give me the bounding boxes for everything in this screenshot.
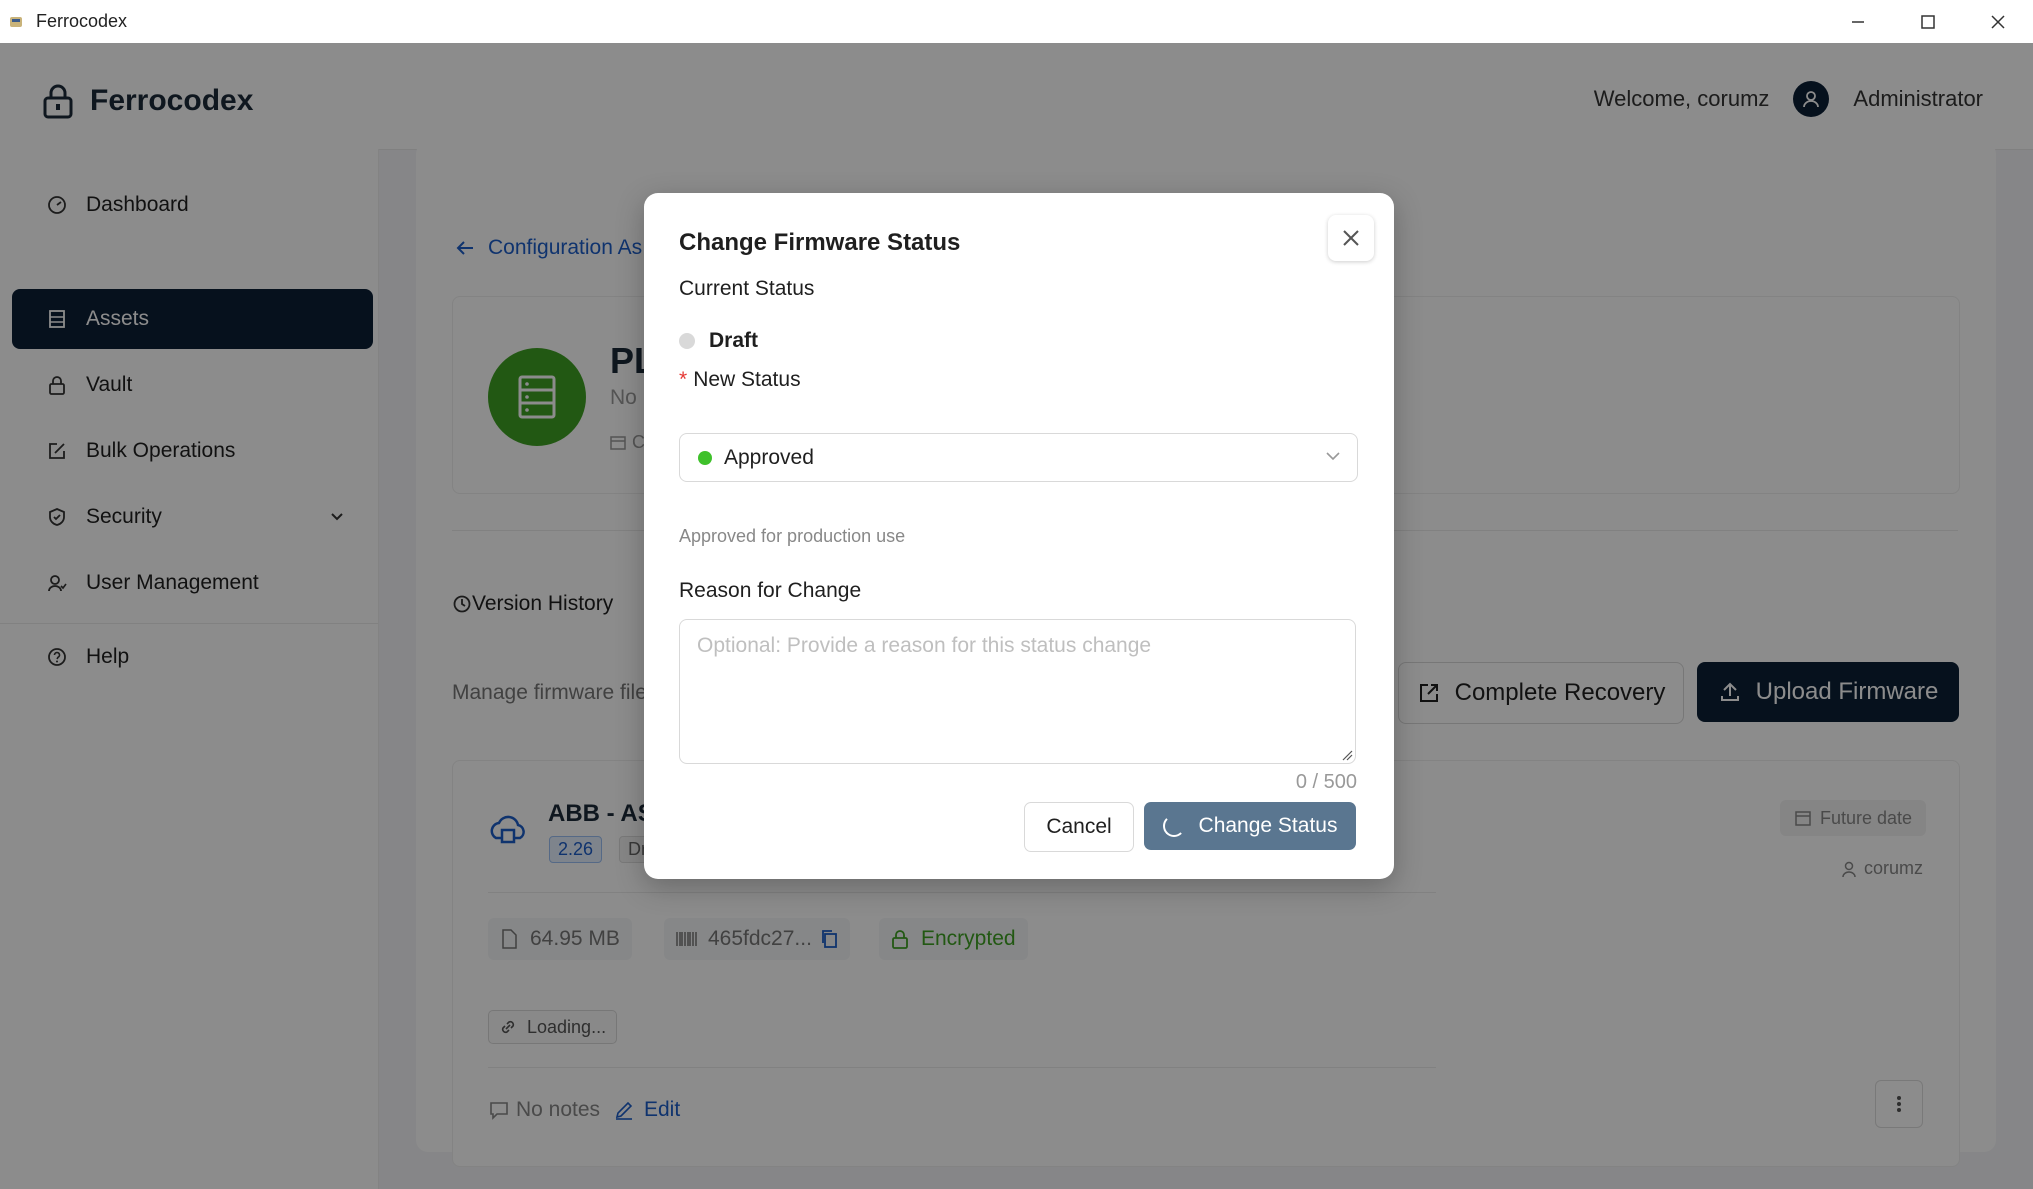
- modal-title: Change Firmware Status: [679, 229, 961, 256]
- reason-placeholder: Optional: Provide a reason for this stat…: [697, 634, 1152, 657]
- change-status-button[interactable]: Change Status: [1144, 802, 1356, 850]
- new-status-value: Approved: [724, 445, 814, 469]
- resize-handle-icon[interactable]: [1341, 749, 1353, 761]
- current-status-label: Current Status: [679, 277, 815, 300]
- minimize-button[interactable]: [1823, 0, 1893, 43]
- reason-textarea[interactable]: Optional: Provide a reason for this stat…: [679, 619, 1356, 764]
- new-status-select[interactable]: Approved: [679, 433, 1358, 482]
- chevron-down-icon: [1326, 452, 1340, 461]
- modal-close-button[interactable]: [1328, 215, 1374, 261]
- window-titlebar: Ferrocodex: [0, 0, 2033, 44]
- new-status-label: * New Status: [679, 368, 801, 392]
- reason-label: Reason for Change: [679, 579, 862, 602]
- current-status-value: Draft: [709, 329, 759, 352]
- current-status: Draft: [679, 329, 758, 353]
- change-status-label: Change Status: [1198, 814, 1338, 837]
- status-help-text: Approved for production use: [679, 526, 906, 546]
- close-icon: [1343, 230, 1359, 246]
- close-icon: [1991, 14, 2005, 29]
- minimize-icon: [1852, 20, 1864, 23]
- char-count: 0 / 500: [1295, 771, 1357, 793]
- loading-spinner-icon: [1162, 815, 1185, 837]
- maximize-button[interactable]: [1893, 0, 1963, 43]
- approved-dot: [698, 450, 712, 465]
- change-status-modal: Change Firmware Status Current Status Dr…: [644, 193, 1394, 879]
- new-status-label-text: New Status: [693, 368, 801, 391]
- status-dot: [679, 333, 695, 349]
- required-marker: *: [679, 368, 688, 391]
- close-window-button[interactable]: [1963, 0, 2033, 43]
- app-icon: [10, 16, 22, 27]
- maximize-icon: [1921, 14, 1935, 29]
- window-title: Ferrocodex: [36, 11, 128, 31]
- cancel-button[interactable]: Cancel: [1024, 802, 1134, 852]
